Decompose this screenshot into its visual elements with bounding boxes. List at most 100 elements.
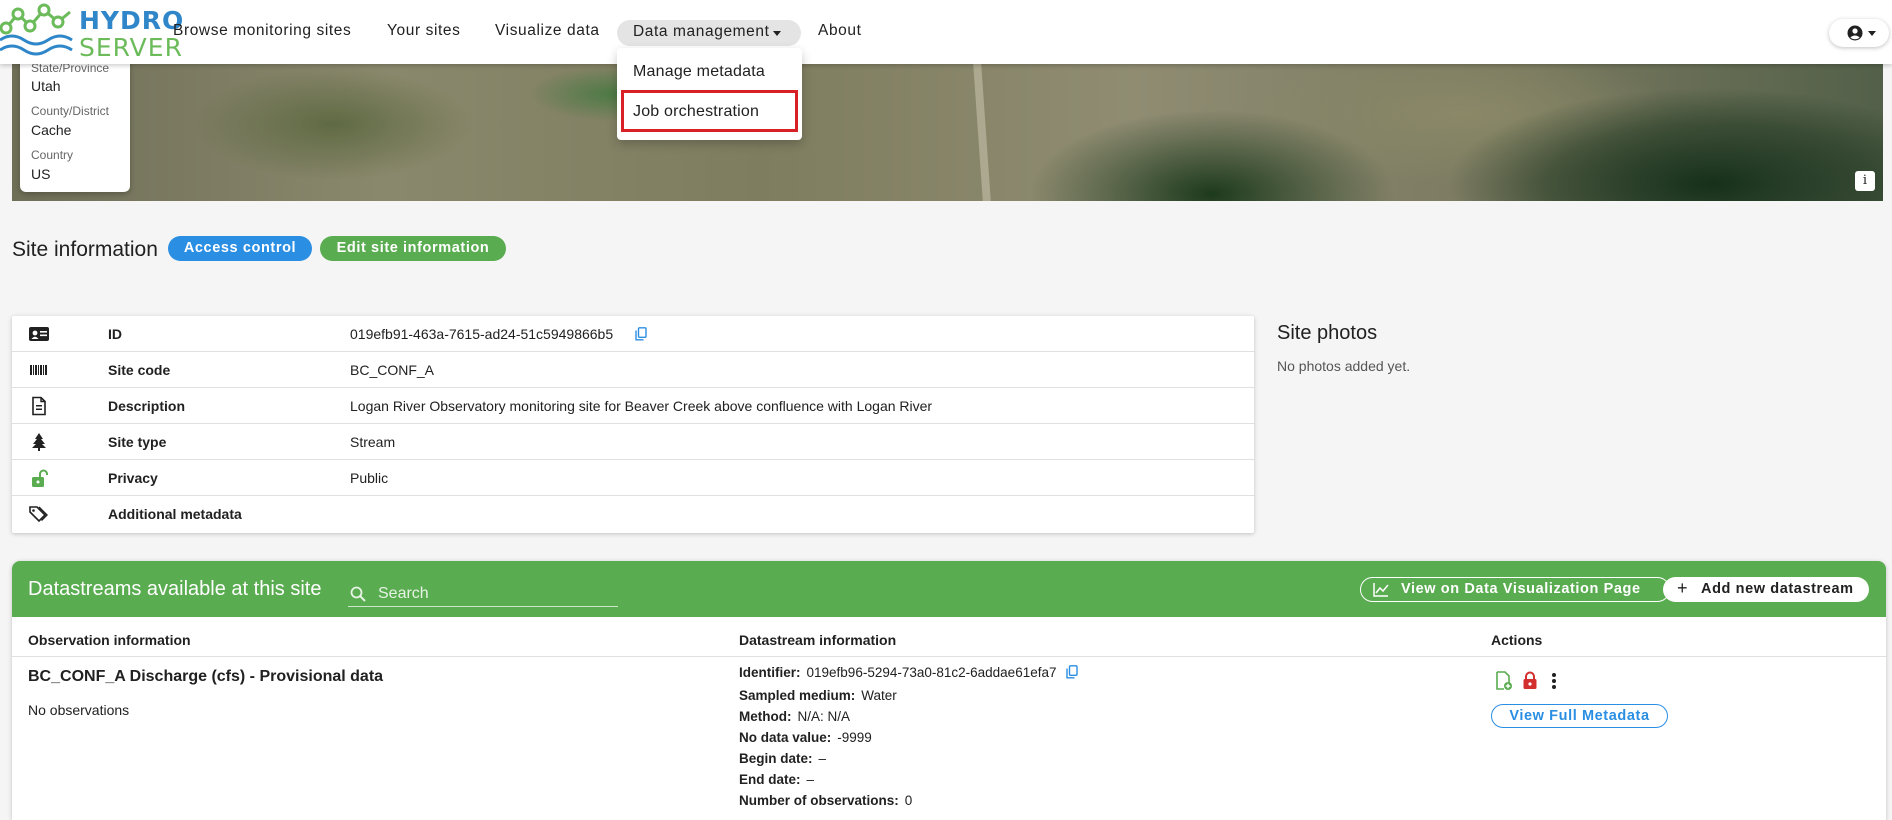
meta-no-data-value: No data value: -9999	[739, 730, 872, 745]
meta-end-date: End date: –	[739, 772, 814, 787]
hydroserver-logo[interactable]: HYDRO SERVER	[0, 2, 183, 62]
account-menu-button[interactable]	[1829, 19, 1889, 47]
row-value-site-type: Stream	[350, 434, 396, 450]
barcode-icon	[30, 365, 47, 375]
add-data-file-icon[interactable]	[1495, 671, 1513, 691]
view-visualization-label: View on Data Visualization Page	[1401, 581, 1641, 597]
copy-icon[interactable]	[635, 327, 647, 341]
plus-icon: +	[1677, 578, 1689, 598]
column-header-actions: Actions	[1491, 632, 1543, 648]
top-app-bar: HYDRO SERVER Browse monitoring sites You…	[0, 0, 1892, 64]
meta-method: Method: N/A: N/A	[739, 709, 850, 724]
search-icon	[350, 586, 366, 602]
column-header-datastream: Datastream information	[739, 632, 897, 648]
tags-icon	[29, 506, 48, 523]
more-vertical-icon[interactable]	[1551, 672, 1557, 690]
location-card: State/Province Utah County/District Cach…	[20, 56, 130, 192]
site-map-hero[interactable]	[12, 64, 1883, 201]
divider	[12, 656, 1886, 657]
meta-value: –	[806, 772, 815, 787]
site-info-table: ID 019efb91-463a-7615-ad24-51c5949866b5 …	[12, 316, 1254, 533]
county-label: County/District	[31, 104, 110, 118]
hydro-network-icon	[0, 3, 73, 56]
datastreams-header: Datastreams available at this site Searc…	[12, 561, 1886, 617]
datastreams-title: Datastreams available at this site	[28, 578, 322, 600]
meta-label: Begin date:	[739, 751, 813, 766]
row-label-site-type: Site type	[108, 434, 167, 450]
chart-line-icon	[1373, 583, 1389, 597]
nav-visualize-data[interactable]: Visualize data	[495, 22, 600, 40]
caret-down-icon	[1868, 31, 1876, 36]
meta-sampled-medium: Sampled medium: Water	[739, 688, 897, 703]
row-value-privacy: Public	[350, 470, 389, 486]
meta-value: -9999	[837, 730, 872, 745]
state-value: Utah	[31, 78, 61, 94]
logo-text-server: SERVER	[79, 33, 183, 62]
meta-label: Number of observations:	[739, 793, 899, 808]
row-label-site-code: Site code	[108, 362, 171, 378]
meta-label: No data value:	[739, 730, 832, 745]
site-information-title: Site information	[12, 238, 158, 261]
row-value-site-code: BC_CONF_A	[350, 362, 435, 378]
meta-label: Method:	[739, 709, 792, 724]
account-circle-icon	[1847, 25, 1863, 41]
document-icon	[32, 396, 46, 416]
meta-label: End date:	[739, 772, 801, 787]
county-value: Cache	[31, 122, 72, 138]
menu-item-manage-metadata[interactable]: Manage metadata	[633, 63, 765, 81]
datastreams-panel: Datastreams available at this site Searc…	[12, 561, 1886, 820]
id-card-icon	[29, 327, 49, 341]
edit-site-information-button[interactable]: Edit site information	[320, 236, 506, 261]
meta-value: 019efb96-5294-73a0-81c2-6addae61efa7	[806, 665, 1057, 680]
table-row: Description Logan River Observatory moni…	[12, 388, 1254, 424]
data-management-menu: Manage metadata Job orchestration	[617, 48, 802, 140]
view-full-metadata-button[interactable]: View Full Metadata	[1491, 704, 1668, 728]
logo-text-hydro: HYDRO	[79, 6, 185, 35]
meta-label: Sampled medium:	[739, 688, 856, 703]
row-value-id: 019efb91-463a-7615-ad24-51c5949866b5	[350, 326, 614, 342]
access-control-button[interactable]: Access control	[168, 236, 312, 261]
view-visualization-button[interactable]: View on Data Visualization Page	[1360, 577, 1670, 602]
add-new-datastream-label: Add new datastream	[1701, 581, 1854, 597]
highlight-box	[621, 90, 798, 132]
country-label: Country	[31, 148, 74, 162]
table-row: Site code BC_CONF_A	[12, 352, 1254, 388]
table-row: Additional metadata	[12, 496, 1254, 532]
table-row: Site type Stream	[12, 424, 1254, 460]
country-value: US	[31, 166, 51, 182]
row-value-description: Logan River Observatory monitoring site …	[350, 398, 933, 414]
meta-number-of-observations: Number of observations: 0	[739, 793, 912, 808]
meta-identifier: Identifier: 019efb96-5294-73a0-81c2-6adda…	[739, 665, 1078, 680]
search-placeholder: Search	[378, 585, 429, 602]
row-label-privacy: Privacy	[108, 470, 158, 486]
nav-browse-sites[interactable]: Browse monitoring sites	[173, 22, 351, 40]
table-row: Privacy Public	[12, 460, 1254, 496]
meta-value: –	[818, 751, 827, 766]
meta-begin-date: Begin date: –	[739, 751, 826, 766]
column-header-observation: Observation information	[28, 632, 191, 648]
unlock-icon	[32, 469, 48, 487]
row-label-additional-metadata: Additional metadata	[108, 506, 242, 522]
caret-down-icon	[773, 31, 781, 36]
site-photos-empty-text: No photos added yet.	[1277, 358, 1411, 374]
add-new-datastream-button[interactable]: + Add new datastream	[1663, 577, 1869, 602]
table-row: ID 019efb91-463a-7615-ad24-51c5949866b5	[12, 316, 1254, 352]
map-road	[973, 64, 991, 201]
row-label-id: ID	[108, 326, 122, 342]
row-label-description: Description	[108, 398, 186, 414]
site-photos-title: Site photos	[1277, 322, 1378, 344]
datastream-name: BC_CONF_A Discharge (cfs) - Provisional …	[28, 668, 384, 685]
meta-label: Identifier:	[739, 665, 801, 680]
copy-icon[interactable]	[1066, 665, 1078, 679]
nav-your-sites[interactable]: Your sites	[387, 22, 461, 40]
meta-value: Water	[861, 688, 897, 703]
lock-icon[interactable]	[1522, 671, 1538, 690]
no-observations-text: No observations	[28, 702, 130, 718]
datastreams-search-input[interactable]: Search	[348, 576, 618, 607]
nav-data-management-label: Data management	[633, 23, 770, 40]
map-info-button[interactable]: i	[1855, 171, 1875, 191]
meta-value: N/A: N/A	[797, 709, 850, 724]
tree-icon	[32, 433, 46, 451]
nav-about[interactable]: About	[818, 22, 862, 40]
nav-data-management[interactable]: Data management	[617, 20, 801, 46]
